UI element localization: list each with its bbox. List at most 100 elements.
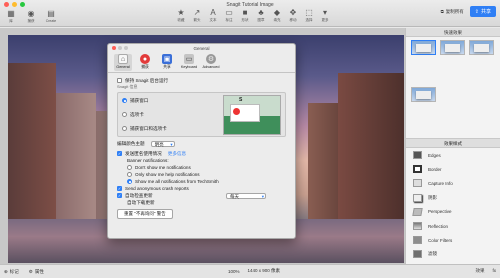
effect-perspective[interactable]: Perspective bbox=[406, 205, 500, 219]
radio-button[interactable] bbox=[127, 172, 132, 177]
stamp-icon: ♣ bbox=[258, 8, 264, 17]
preferences-dialog: General ⌂ General ● 捕获 ▣ 共享 ▭ Keyboard ⚙… bbox=[107, 43, 296, 239]
zoom-controls: 100% 1440 x 900 像素 bbox=[228, 268, 280, 274]
keyboard-icon: ▭ bbox=[184, 54, 194, 64]
dialog-minimize-button bbox=[118, 46, 122, 50]
library-button[interactable]: ▦ 库 bbox=[4, 9, 18, 24]
dialog-titlebar: General bbox=[108, 44, 295, 53]
dialog-title: General bbox=[193, 46, 210, 51]
tool-stamp[interactable]: ♣ 图章 bbox=[254, 8, 268, 23]
capture-icon: ● bbox=[140, 54, 150, 64]
library-icon: ▦ bbox=[7, 9, 15, 18]
banner-option-none[interactable]: Don't show me notifications bbox=[117, 164, 286, 171]
tab-capture[interactable]: ● 捕获 bbox=[136, 54, 154, 71]
radio-button[interactable] bbox=[122, 126, 127, 131]
effect-shadow[interactable]: 阴影 bbox=[406, 191, 500, 205]
right-building bbox=[338, 73, 404, 223]
background-run-checkbox[interactable] bbox=[117, 78, 122, 83]
dialog-close-button[interactable] bbox=[112, 46, 116, 50]
theme-select[interactable]: 明亮 bbox=[150, 140, 175, 147]
effects-sidebar: 快速效果 效果样式 Edges Border Capture Info 阴影 P… bbox=[405, 28, 500, 264]
status-right: 效果 fx bbox=[475, 268, 496, 274]
tool-move[interactable]: ✥ 移动 bbox=[286, 8, 300, 23]
send-usage-option[interactable]: ✓ 发送匿名使用情况 更多信息 bbox=[117, 150, 286, 157]
auto-update-option[interactable]: ✓ 自动检查更新 bbox=[117, 192, 153, 199]
reflection-icon bbox=[413, 222, 422, 231]
banner-option-help[interactable]: Only show me help notifications bbox=[117, 171, 286, 178]
dialog-body: 保持 Snagit 后台运行 Snagit 信息 捕获窗口 选项卡 捕获窗口和选… bbox=[108, 73, 295, 223]
send-crash-checkbox[interactable]: ✓ bbox=[117, 186, 122, 191]
update-frequency-select[interactable]: 每天 bbox=[226, 192, 266, 199]
fx-toggle[interactable]: fx bbox=[492, 268, 496, 274]
tool-callout[interactable]: ▭ 标注 bbox=[222, 8, 236, 23]
quick-style-thumbnail[interactable] bbox=[411, 40, 436, 55]
copy-all-button[interactable]: ⧉ 复制所有 bbox=[441, 9, 464, 15]
more-icon: ▾ bbox=[322, 8, 327, 17]
tool-fill[interactable]: ◆ 填充 bbox=[270, 8, 284, 23]
fill-icon: ◆ bbox=[273, 8, 281, 17]
dialog-window-controls bbox=[112, 46, 128, 50]
right-building bbox=[308, 103, 338, 223]
color-filters-icon bbox=[413, 236, 422, 245]
radio-button[interactable] bbox=[127, 179, 132, 184]
tool-shape[interactable]: ■ 形状 bbox=[238, 8, 252, 23]
preferences-tabs: ⌂ General ● 捕获 ▣ 共享 ▭ Keyboard ⚙ Advance… bbox=[108, 53, 295, 73]
toolbar-left: ▦ 库 ◉ 捕获 ▤ Create bbox=[4, 9, 58, 24]
capture-info-icon bbox=[413, 179, 422, 188]
copy-icon: ⧉ bbox=[440, 9, 444, 14]
quick-style-thumbnail[interactable] bbox=[411, 86, 436, 102]
text-icon: A bbox=[210, 8, 216, 17]
send-usage-checkbox[interactable]: ✓ bbox=[117, 151, 122, 156]
tool-arrow[interactable]: ↗ 箭头 bbox=[190, 8, 204, 23]
effect-reflection[interactable]: Reflection bbox=[406, 219, 500, 233]
status-bar: ⊕ 标记 ⚙ 属性 100% 1440 x 900 像素 效果 fx bbox=[0, 264, 500, 278]
tab-keyboard[interactable]: ▭ Keyboard bbox=[180, 54, 198, 71]
reset-warnings-button[interactable]: 重置 "不再询问" 警告 bbox=[117, 209, 173, 219]
banner-option-all[interactable]: Show me all notifications from TechSmith bbox=[117, 178, 286, 185]
tool-text[interactable]: A 文本 bbox=[206, 8, 220, 23]
banner-heading: Banner notifications: bbox=[127, 158, 169, 163]
tool-more[interactable]: ▾ 更多 bbox=[318, 8, 332, 23]
auto-update-checkbox[interactable]: ✓ bbox=[117, 193, 122, 198]
background-run-option[interactable]: 保持 Snagit 后台运行 bbox=[117, 77, 286, 84]
theme-row: 编辑颜色主题 明亮 bbox=[117, 140, 286, 147]
zoom-level[interactable]: 100% bbox=[228, 269, 240, 274]
left-building bbox=[56, 93, 96, 223]
radio-button[interactable] bbox=[122, 98, 127, 103]
arrow-icon: ↗ bbox=[193, 8, 201, 17]
dialog-zoom-button bbox=[124, 46, 128, 50]
shape-icon: ■ bbox=[242, 8, 248, 17]
capture-icon: ◉ bbox=[27, 9, 35, 18]
quick-style-thumbnail[interactable] bbox=[440, 40, 465, 55]
share-icon: ▣ bbox=[162, 54, 172, 64]
tool-select[interactable]: ⬚ 选择 bbox=[302, 8, 316, 23]
auto-update-row: ✓ 自动检查更新 每天 bbox=[117, 192, 286, 199]
tab-general[interactable]: ⌂ General bbox=[114, 54, 132, 71]
toolbar: Snagit Tutorial Image ▦ 库 ◉ 捕获 ▤ Create … bbox=[0, 0, 500, 27]
left-building bbox=[8, 63, 56, 223]
effect-capture-info[interactable]: Capture Info bbox=[406, 176, 500, 190]
quick-styles-title: 快速效果 bbox=[406, 28, 500, 37]
tag-button[interactable]: ⊕ 标记 bbox=[4, 269, 19, 275]
share-button[interactable]: ⇪ 共享 bbox=[469, 6, 496, 17]
create-button[interactable]: ▤ Create bbox=[44, 9, 58, 24]
effects-toggle[interactable]: 效果 bbox=[475, 268, 484, 274]
share-icon: ⇪ bbox=[474, 8, 479, 15]
tab-advanced[interactable]: ⚙ Advanced bbox=[202, 54, 220, 71]
tab-share[interactable]: ▣ 共享 bbox=[158, 54, 176, 71]
tool-favorites[interactable]: ★ 收藏 bbox=[174, 8, 188, 23]
effects-title: 效果样式 bbox=[406, 138, 500, 148]
radio-button[interactable] bbox=[127, 165, 132, 170]
effect-edges[interactable]: Edges bbox=[406, 148, 500, 162]
capture-button[interactable]: ◉ 捕获 bbox=[24, 9, 38, 24]
learn-more-link[interactable]: 更多信息 bbox=[168, 151, 186, 157]
properties-button[interactable]: ⚙ 属性 bbox=[29, 269, 44, 275]
send-crash-option[interactable]: ✓ Send anonymous crash reports bbox=[117, 185, 286, 192]
effect-filters[interactable]: 滤镜 bbox=[406, 247, 500, 261]
quick-style-thumbnail[interactable] bbox=[469, 40, 494, 55]
radio-button[interactable] bbox=[122, 112, 127, 117]
effect-border[interactable]: Border bbox=[406, 162, 500, 176]
effects-list: Edges Border Capture Info 阴影 Perspective… bbox=[406, 148, 500, 262]
effect-color-filters[interactable]: Color Filters bbox=[406, 233, 500, 247]
image-dimensions[interactable]: 1440 x 900 像素 bbox=[248, 268, 281, 274]
